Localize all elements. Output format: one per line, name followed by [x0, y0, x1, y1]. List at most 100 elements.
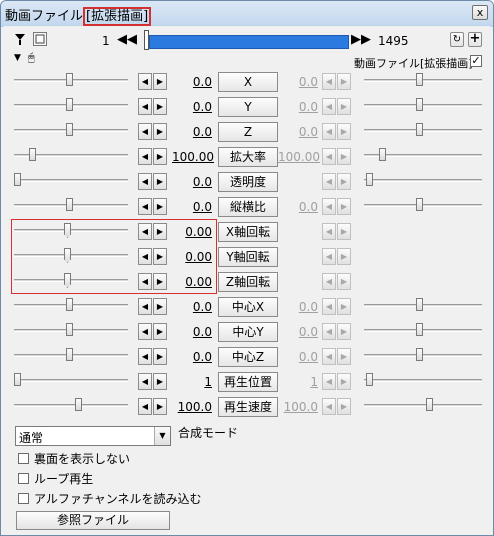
left-slider-thumb[interactable]	[75, 398, 82, 411]
refresh-button[interactable]: ↻	[450, 32, 464, 47]
right-value: 100.00	[278, 150, 320, 164]
increment-button[interactable]: ▶	[153, 148, 167, 165]
left-value[interactable]: 0.0	[172, 200, 212, 214]
left-slider-thumb[interactable]	[66, 123, 73, 136]
add-filter-button[interactable]: +	[468, 32, 482, 47]
right-increment-button: ▶	[337, 198, 351, 215]
left-value[interactable]: 0.0	[172, 350, 212, 364]
decrement-button[interactable]: ◀	[138, 398, 152, 415]
increment-button[interactable]: ▶	[153, 198, 167, 215]
left-value[interactable]: 0.0	[172, 75, 212, 89]
increment-button[interactable]: ▶	[153, 298, 167, 315]
param-row: ◀ ▶ 1 再生位置 1 ◀ ▶	[4, 369, 490, 394]
increment-button[interactable]: ▶	[153, 323, 167, 340]
param-label-button[interactable]: 再生速度	[218, 397, 278, 417]
param-label-button[interactable]: X軸回転	[218, 222, 278, 242]
left-value[interactable]: 0.0	[172, 100, 212, 114]
increment-button[interactable]: ▶	[153, 98, 167, 115]
close-icon: x	[476, 6, 484, 19]
param-label-button[interactable]: 中心X	[218, 297, 278, 317]
left-value[interactable]: 0.0	[172, 300, 212, 314]
film-icon[interactable]	[33, 32, 47, 46]
chevron-down-icon: ▼	[154, 427, 170, 445]
left-slider-thumb[interactable]	[29, 148, 36, 161]
param-label-button[interactable]: Z	[218, 122, 278, 142]
decrement-button[interactable]: ◀	[138, 173, 152, 190]
right-slider-track	[364, 204, 482, 207]
right-value: 0.0	[298, 75, 318, 89]
right-increment-button: ▶	[337, 123, 351, 140]
expand-arrow-icon[interactable]: ▼	[14, 53, 21, 63]
increment-button[interactable]: ▶	[153, 398, 167, 415]
reference-file-button[interactable]: 参照ファイル	[16, 511, 170, 530]
decrement-button[interactable]: ◀	[138, 123, 152, 140]
param-label-button[interactable]: Z軸回転	[218, 272, 278, 292]
increment-button[interactable]: ▶	[153, 123, 167, 140]
left-value[interactable]: 0.0	[172, 125, 212, 139]
decrement-button[interactable]: ◀	[138, 373, 152, 390]
param-label-button[interactable]: X	[218, 72, 278, 92]
window-title-highlight: [拡張描画]	[83, 7, 152, 26]
decrement-button[interactable]: ◀	[138, 348, 152, 365]
param-label-button[interactable]: 中心Y	[218, 322, 278, 342]
left-slider-thumb[interactable]	[66, 323, 73, 336]
left-slider-track[interactable]	[14, 179, 128, 182]
increment-button[interactable]: ▶	[153, 348, 167, 365]
param-label-button[interactable]: 中心Z	[218, 347, 278, 367]
left-slider-thumb[interactable]	[66, 198, 73, 211]
param-label-button[interactable]: Y軸回転	[218, 247, 278, 267]
next-frame-button[interactable]: ▶▶	[351, 31, 371, 49]
seek-bar[interactable]	[149, 35, 349, 49]
left-slider-track[interactable]	[14, 379, 128, 382]
right-decrement-button: ◀	[322, 398, 336, 415]
title-bar[interactable]: 動画ファイル [拡張描画] x	[1, 1, 493, 26]
param-row: ◀ ▶ 100.0 再生速度 100.0 ◀ ▶	[4, 394, 490, 419]
left-slider-track[interactable]	[14, 404, 128, 407]
settings-panel: 1 ◀◀ ▶▶ 1495 ↻ + ▼ 🖱 動画ファイル[拡張描画] ✓ ◀ ▶ 0.…	[4, 26, 490, 533]
decrement-button[interactable]: ◀	[138, 98, 152, 115]
param-label-button[interactable]: 縦横比	[218, 197, 278, 217]
left-slider-thumb[interactable]	[66, 73, 73, 86]
param-label-button[interactable]: Y	[218, 97, 278, 117]
left-slider-thumb[interactable]	[14, 373, 21, 386]
increment-button[interactable]: ▶	[153, 173, 167, 190]
left-value[interactable]: 0.0	[172, 325, 212, 339]
check-icon: ✓	[471, 54, 481, 67]
blend-mode-select[interactable]: 通常 ▼	[15, 426, 171, 446]
prev-frame-button[interactable]: ◀◀	[117, 31, 137, 49]
seek-handle[interactable]	[144, 30, 149, 50]
decrement-button[interactable]: ◀	[138, 323, 152, 340]
increment-button[interactable]: ▶	[153, 73, 167, 90]
param-row: ◀ ▶ 0.0 中心Y 0.0 ◀ ▶	[4, 319, 490, 344]
loop-playback-checkbox[interactable]	[18, 473, 29, 484]
decrement-button[interactable]: ◀	[138, 73, 152, 90]
left-value[interactable]: 0.0	[172, 175, 212, 189]
right-value: 1	[310, 375, 318, 389]
end-frame: 1495	[378, 34, 409, 48]
decrement-button[interactable]: ◀	[138, 148, 152, 165]
left-slider-thumb[interactable]	[66, 348, 73, 361]
hide-backface-checkbox[interactable]	[18, 453, 29, 464]
right-value: 0.0	[298, 125, 318, 139]
param-label-button[interactable]: 再生位置	[218, 372, 278, 392]
increment-button[interactable]: ▶	[153, 373, 167, 390]
left-slider-thumb[interactable]	[66, 298, 73, 311]
left-value[interactable]: 1	[172, 375, 212, 389]
decrement-button[interactable]: ◀	[138, 298, 152, 315]
right-decrement-button: ◀	[322, 223, 336, 240]
left-value[interactable]: 100.00	[172, 150, 214, 164]
right-decrement-button: ◀	[322, 98, 336, 115]
window-title: 動画ファイル [拡張描画]	[5, 5, 152, 26]
param-label-button[interactable]: 透明度	[218, 172, 278, 192]
close-button[interactable]: x	[472, 5, 488, 20]
camera-icon[interactable]	[13, 32, 27, 46]
left-slider-thumb[interactable]	[66, 98, 73, 111]
read-alpha-checkbox[interactable]	[18, 493, 29, 504]
right-slider-thumb	[366, 173, 373, 186]
left-value[interactable]: 100.0	[172, 400, 212, 414]
decrement-button[interactable]: ◀	[138, 198, 152, 215]
right-decrement-button: ◀	[322, 373, 336, 390]
left-slider-thumb[interactable]	[14, 173, 21, 186]
param-label-button[interactable]: 拡大率	[218, 147, 278, 167]
object-enable-checkbox[interactable]: ✓	[470, 55, 482, 67]
